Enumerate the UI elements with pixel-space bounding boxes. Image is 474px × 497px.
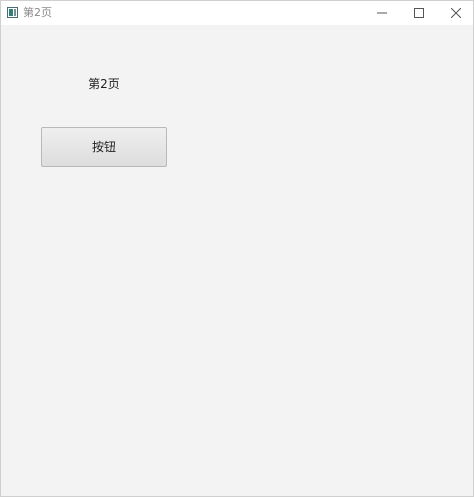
app-icon — [7, 7, 18, 18]
minimize-button[interactable] — [363, 1, 401, 25]
app-icon-left-panel — [9, 9, 13, 16]
maximize-icon — [414, 8, 424, 18]
app-icon-right-panel — [14, 9, 16, 16]
app-window: 第2页 第2页 按钮 — [0, 0, 474, 497]
close-button[interactable] — [437, 1, 474, 25]
window-title: 第2页 — [23, 6, 52, 19]
page-label: 第2页 — [88, 77, 120, 91]
action-button[interactable]: 按钮 — [41, 127, 167, 167]
minimize-icon — [377, 12, 387, 14]
title-bar[interactable]: 第2页 — [1, 1, 473, 25]
close-icon — [451, 8, 461, 18]
maximize-button[interactable] — [400, 1, 438, 25]
content-area: 第2页 按钮 — [1, 25, 473, 496]
